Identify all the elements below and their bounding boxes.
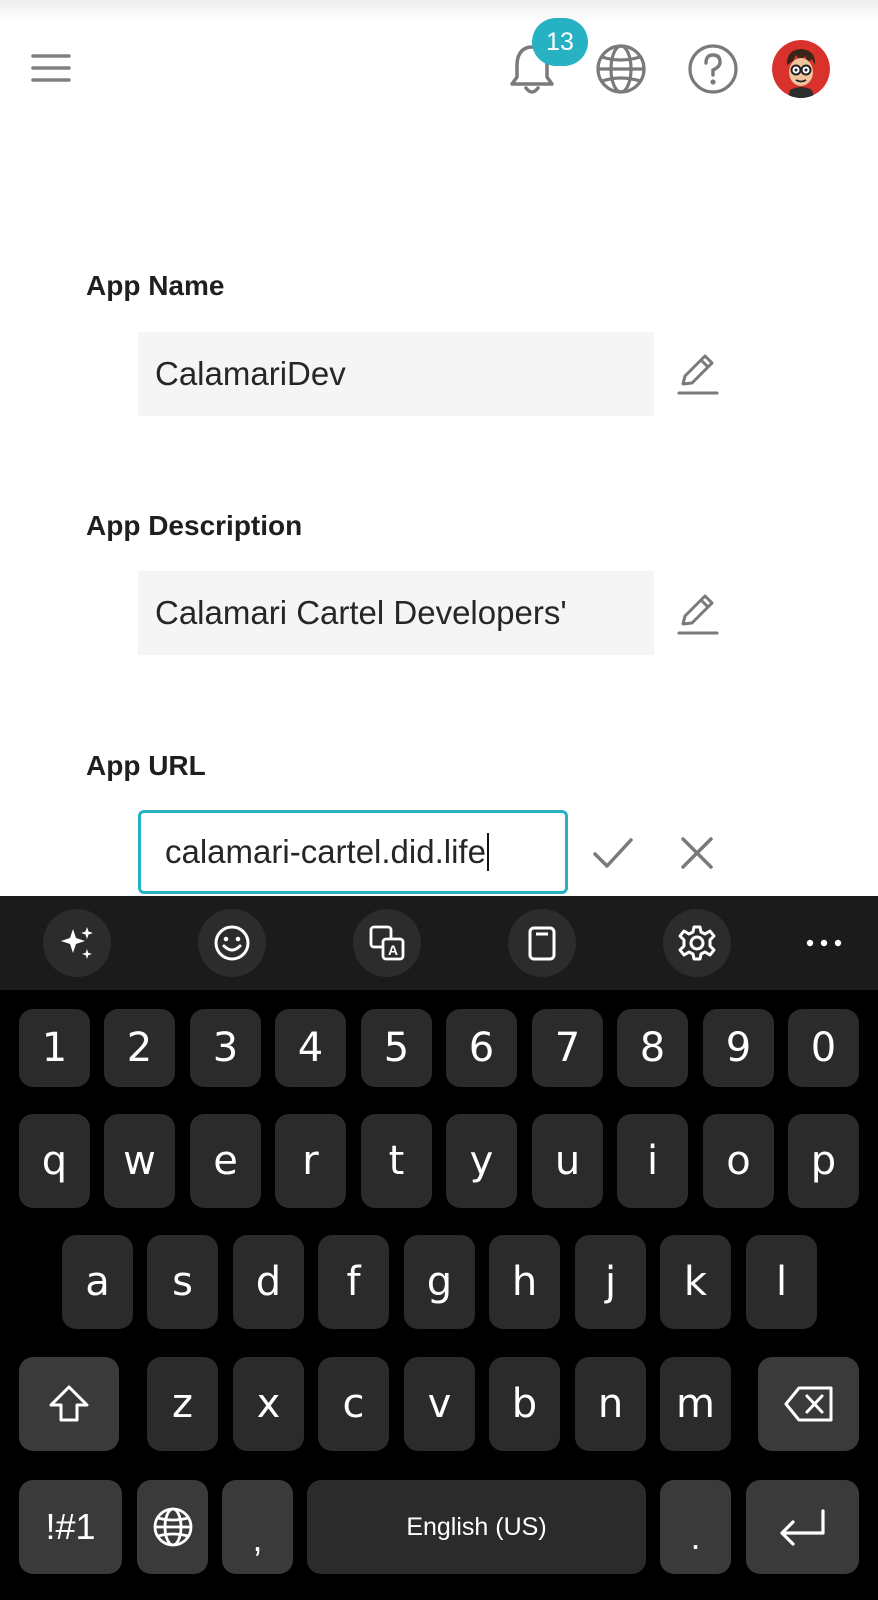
backspace-icon: [784, 1386, 832, 1422]
key-w[interactable]: w: [104, 1114, 175, 1208]
confirm-check-icon[interactable]: [588, 828, 638, 878]
key-q[interactable]: q: [19, 1114, 90, 1208]
key-0[interactable]: 0: [788, 1009, 859, 1087]
shift-key[interactable]: [19, 1357, 119, 1451]
emoji-icon[interactable]: [198, 909, 266, 977]
key-h[interactable]: h: [489, 1235, 560, 1329]
on-screen-keyboard: A 1 2 3 4 5 6 7 8 9 0 q w e r t y u i o …: [0, 896, 878, 1600]
shift-arrow-icon: [49, 1385, 89, 1422]
help-question-icon[interactable]: [684, 40, 742, 98]
key-j[interactable]: j: [575, 1235, 646, 1329]
app-name-field[interactable]: CalamariDev: [138, 332, 654, 416]
key-f[interactable]: f: [318, 1235, 389, 1329]
key-s[interactable]: s: [147, 1235, 218, 1329]
key-b[interactable]: b: [489, 1357, 560, 1451]
app-url-input[interactable]: calamari-cartel.did.life: [138, 810, 568, 894]
translate-icon[interactable]: A: [353, 909, 421, 977]
key-v[interactable]: v: [404, 1357, 475, 1451]
key-x[interactable]: x: [233, 1357, 304, 1451]
period-key[interactable]: .: [660, 1480, 731, 1574]
svg-text:A: A: [388, 942, 398, 958]
key-g[interactable]: g: [404, 1235, 475, 1329]
key-7[interactable]: 7: [532, 1009, 603, 1087]
key-u[interactable]: u: [532, 1114, 603, 1208]
key-4[interactable]: 4: [275, 1009, 346, 1087]
key-3[interactable]: 3: [190, 1009, 261, 1087]
key-e[interactable]: e: [190, 1114, 261, 1208]
space-bar[interactable]: English (US): [307, 1480, 646, 1574]
keyboard-toolbar: A: [0, 896, 878, 990]
backspace-key[interactable]: [758, 1357, 859, 1451]
app-url-label: App URL: [86, 750, 206, 781]
key-i[interactable]: i: [617, 1114, 688, 1208]
enter-return-icon: [779, 1509, 825, 1546]
settings-gear-icon[interactable]: [663, 909, 731, 977]
language-switch-key[interactable]: [137, 1480, 208, 1574]
user-avatar[interactable]: [772, 40, 830, 98]
key-d[interactable]: d: [233, 1235, 304, 1329]
key-z[interactable]: z: [147, 1357, 218, 1451]
key-o[interactable]: o: [703, 1114, 774, 1208]
text-caret: [486, 833, 489, 871]
symbols-key[interactable]: !#1: [19, 1480, 122, 1574]
clipboard-icon[interactable]: [508, 909, 576, 977]
key-k[interactable]: k: [660, 1235, 731, 1329]
key-r[interactable]: r: [275, 1114, 346, 1208]
sparkle-ai-icon[interactable]: [43, 909, 111, 977]
app-description-label: App Description: [86, 510, 303, 541]
key-a[interactable]: a: [62, 1235, 133, 1329]
top-app-bar: 13: [0, 0, 878, 130]
key-y[interactable]: y: [446, 1114, 517, 1208]
key-9[interactable]: 9: [703, 1009, 774, 1087]
edit-app-name-pencil-icon[interactable]: [672, 348, 724, 400]
key-t[interactable]: t: [361, 1114, 432, 1208]
cancel-close-icon[interactable]: [672, 828, 722, 878]
comma-key[interactable]: ,: [222, 1480, 293, 1574]
key-5[interactable]: 5: [361, 1009, 432, 1087]
key-6[interactable]: 6: [446, 1009, 517, 1087]
language-globe-icon[interactable]: [592, 40, 650, 98]
key-8[interactable]: 8: [617, 1009, 688, 1087]
notification-count-badge: 13: [532, 18, 588, 66]
app-url-input-value: calamari-cartel.did.life: [165, 833, 486, 870]
key-n[interactable]: n: [575, 1357, 646, 1451]
globe-icon: [153, 1507, 192, 1547]
key-l[interactable]: l: [746, 1235, 817, 1329]
more-dots-icon[interactable]: [790, 909, 858, 977]
edit-app-description-pencil-icon[interactable]: [672, 588, 724, 640]
key-1[interactable]: 1: [19, 1009, 90, 1087]
hamburger-menu-icon[interactable]: [22, 44, 80, 92]
key-p[interactable]: p: [788, 1114, 859, 1208]
key-c[interactable]: c: [318, 1357, 389, 1451]
app-description-field[interactable]: Calamari Cartel Developers': [138, 571, 654, 655]
app-name-label: App Name: [86, 270, 225, 301]
enter-key[interactable]: [746, 1480, 859, 1574]
key-2[interactable]: 2: [104, 1009, 175, 1087]
key-m[interactable]: m: [660, 1357, 731, 1451]
